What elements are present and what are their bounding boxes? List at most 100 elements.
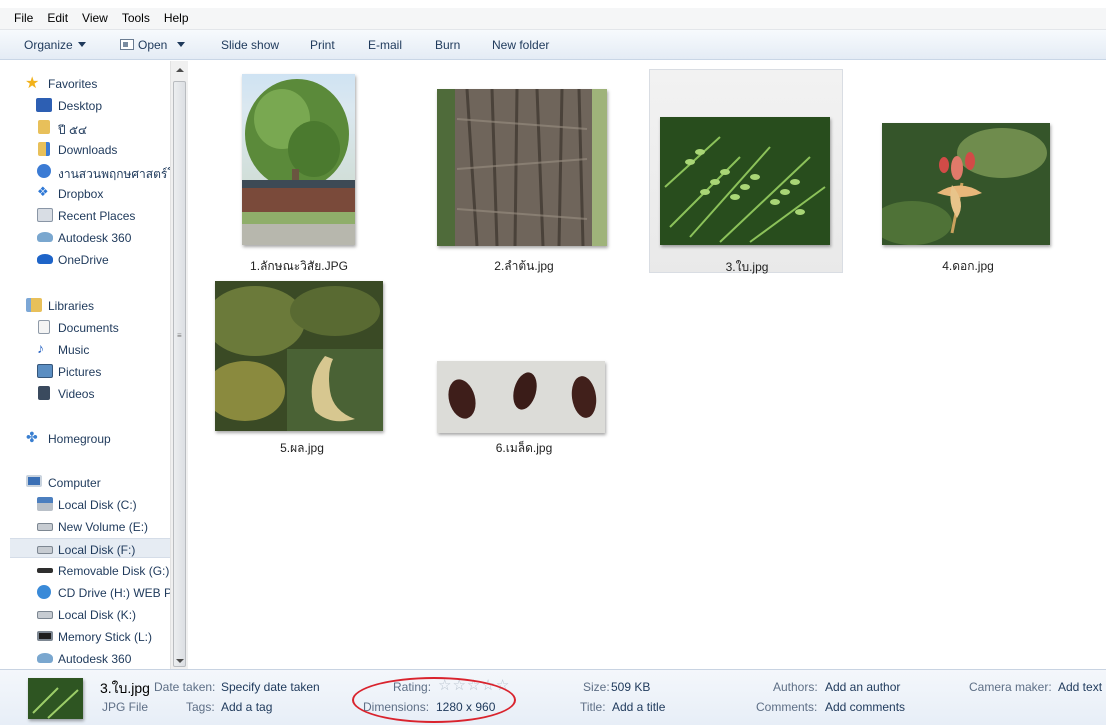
- file-item[interactable]: 6.เมล็ด.jpg: [429, 357, 619, 457]
- downloads-icon: [38, 142, 50, 156]
- nav-documents[interactable]: Documents: [0, 317, 170, 337]
- nav-scrollbar[interactable]: ≡: [170, 61, 188, 669]
- nav-disk-f[interactable]: Local Disk (F:): [10, 538, 180, 558]
- nav-folder-year[interactable]: ปี ๕๔: [0, 117, 170, 137]
- nav-disk-e[interactable]: New Volume (E:): [0, 516, 170, 536]
- camera-maker-value[interactable]: Add text: [1058, 680, 1102, 694]
- nav-disk-g[interactable]: Removable Disk (G:): [0, 560, 170, 580]
- nav-music[interactable]: ♪ Music: [0, 339, 170, 359]
- title-label: Title:: [580, 700, 606, 714]
- file-item-selected[interactable]: 3.ใบ.jpg: [649, 69, 843, 274]
- nav-disk-k[interactable]: Local Disk (K:): [0, 604, 170, 624]
- selected-thumbnail: [28, 678, 83, 719]
- authors-label: Authors:: [773, 680, 818, 694]
- organize-label: Organize: [24, 38, 73, 52]
- tags-label: Tags:: [186, 700, 215, 714]
- removable-disk-icon: [37, 568, 53, 573]
- chevron-down-icon: [77, 42, 86, 47]
- comments-label: Comments:: [756, 700, 818, 714]
- file-name: 1.ลักษณะวิสัย.JPG: [250, 259, 348, 273]
- scroll-down-icon[interactable]: [176, 659, 184, 663]
- nav-disk-h[interactable]: CD Drive (H:) WEB P: [0, 582, 170, 602]
- nav-label: Music: [58, 343, 90, 357]
- menu-tools[interactable]: Tools: [114, 8, 156, 25]
- nav-videos[interactable]: Videos: [0, 383, 170, 403]
- nav-label: Local Disk (F:): [58, 543, 136, 557]
- slideshow-button[interactable]: Slide show: [221, 38, 279, 52]
- drive-icon: [37, 523, 53, 531]
- file-name: 4.ดอก.jpg: [942, 259, 994, 273]
- nav-label: ปี ๕๔: [58, 123, 88, 137]
- nav-dropbox[interactable]: ❖ Dropbox: [0, 183, 170, 203]
- dropbox-icon: ❖: [37, 184, 49, 199]
- size-value: 509 KB: [611, 680, 651, 694]
- cloud-icon: [37, 653, 53, 663]
- date-taken-label: Date taken:: [154, 680, 216, 694]
- thumbnail-image: [437, 89, 607, 246]
- file-item[interactable]: 1.ลักษณะวิสัย.JPG: [229, 71, 369, 279]
- grip-icon: ≡: [177, 331, 182, 340]
- nav-botanical[interactable]: งานสวนพฤกษศาสตร์โ: [0, 161, 170, 181]
- burn-button[interactable]: Burn: [435, 38, 460, 52]
- nav-autodesk[interactable]: Autodesk 360: [0, 227, 170, 247]
- scroll-up-icon[interactable]: [176, 68, 184, 72]
- nav-label: Homegroup: [48, 432, 111, 446]
- pictures-icon: [37, 364, 53, 378]
- comments-value[interactable]: Add comments: [825, 700, 905, 714]
- file-view: 1.ลักษณะวิสัย.JPG 2.ลำต้น.jpg 3.ใบ.jpg 4…: [189, 61, 1106, 669]
- print-button[interactable]: Print: [310, 38, 335, 52]
- nav-downloads[interactable]: Downloads: [0, 139, 170, 159]
- nav-computer[interactable]: Computer: [0, 472, 170, 492]
- file-name: 3.ใบ.jpg: [725, 260, 769, 274]
- menu-help[interactable]: Help: [156, 8, 195, 25]
- nav-label: งานสวนพฤกษศาสตร์โ: [58, 167, 170, 181]
- nav-onedrive[interactable]: OneDrive: [0, 249, 170, 269]
- nav-desktop[interactable]: Desktop: [0, 95, 170, 115]
- scroll-thumb[interactable]: [173, 81, 186, 667]
- navigation-pane: ★ Favorites Desktop ปี ๕๔ Downloads งานส…: [0, 61, 188, 669]
- file-item[interactable]: 5.ผล.jpg: [207, 277, 397, 457]
- nav-label: Favorites: [48, 77, 98, 91]
- nav-label: Autodesk 360: [58, 231, 132, 245]
- nav-disk-c[interactable]: Local Disk (C:): [0, 494, 170, 514]
- nav-label: OneDrive: [58, 253, 109, 267]
- music-icon: ♪: [37, 340, 44, 356]
- document-icon: [38, 320, 50, 334]
- new-folder-button[interactable]: New folder: [492, 38, 549, 52]
- nav-label: Local Disk (K:): [58, 608, 137, 622]
- nav-pictures[interactable]: Pictures: [0, 361, 170, 381]
- videos-icon: [38, 386, 50, 400]
- open-button[interactable]: Open: [120, 38, 186, 52]
- file-name: 6.เมล็ด.jpg: [495, 441, 553, 455]
- nav-libraries[interactable]: Libraries: [0, 295, 170, 315]
- menu-view[interactable]: View: [74, 8, 114, 25]
- nav-autodesk-2[interactable]: Autodesk 360: [0, 648, 170, 668]
- nav-label: CD Drive (H:) WEB P: [58, 586, 170, 600]
- thumbnail-image: [215, 281, 383, 431]
- memory-stick-icon: [37, 631, 53, 641]
- folder-icon: [38, 120, 50, 134]
- title-value[interactable]: Add a title: [612, 700, 665, 714]
- menu-edit[interactable]: Edit: [39, 8, 74, 25]
- nav-homegroup[interactable]: ✤ Homegroup: [0, 428, 170, 448]
- computer-icon: [26, 475, 42, 487]
- nav-label: Pictures: [58, 365, 102, 379]
- authors-value[interactable]: Add an author: [825, 680, 900, 694]
- nav-recent[interactable]: Recent Places: [0, 205, 170, 225]
- cloud-icon: [37, 232, 53, 242]
- email-button[interactable]: E-mail: [368, 38, 402, 52]
- nav-favorites[interactable]: ★ Favorites: [0, 73, 170, 93]
- date-taken-value[interactable]: Specify date taken: [221, 680, 320, 694]
- nav-label: Memory Stick (L:): [58, 630, 153, 644]
- globe-icon: [37, 164, 51, 178]
- nav-disk-l[interactable]: Memory Stick (L:): [0, 626, 170, 646]
- tags-value[interactable]: Add a tag: [221, 700, 272, 714]
- system-disk-icon: [37, 497, 53, 511]
- nav-label: Dropbox: [58, 187, 104, 201]
- nav-label: Local Disk (C:): [58, 498, 137, 512]
- thumbnail-image: [242, 74, 355, 245]
- menu-file[interactable]: File: [0, 8, 39, 25]
- file-item[interactable]: 2.ลำต้น.jpg: [429, 71, 619, 279]
- organize-button[interactable]: Organize: [24, 38, 86, 52]
- file-item[interactable]: 4.ดอก.jpg: [873, 71, 1063, 279]
